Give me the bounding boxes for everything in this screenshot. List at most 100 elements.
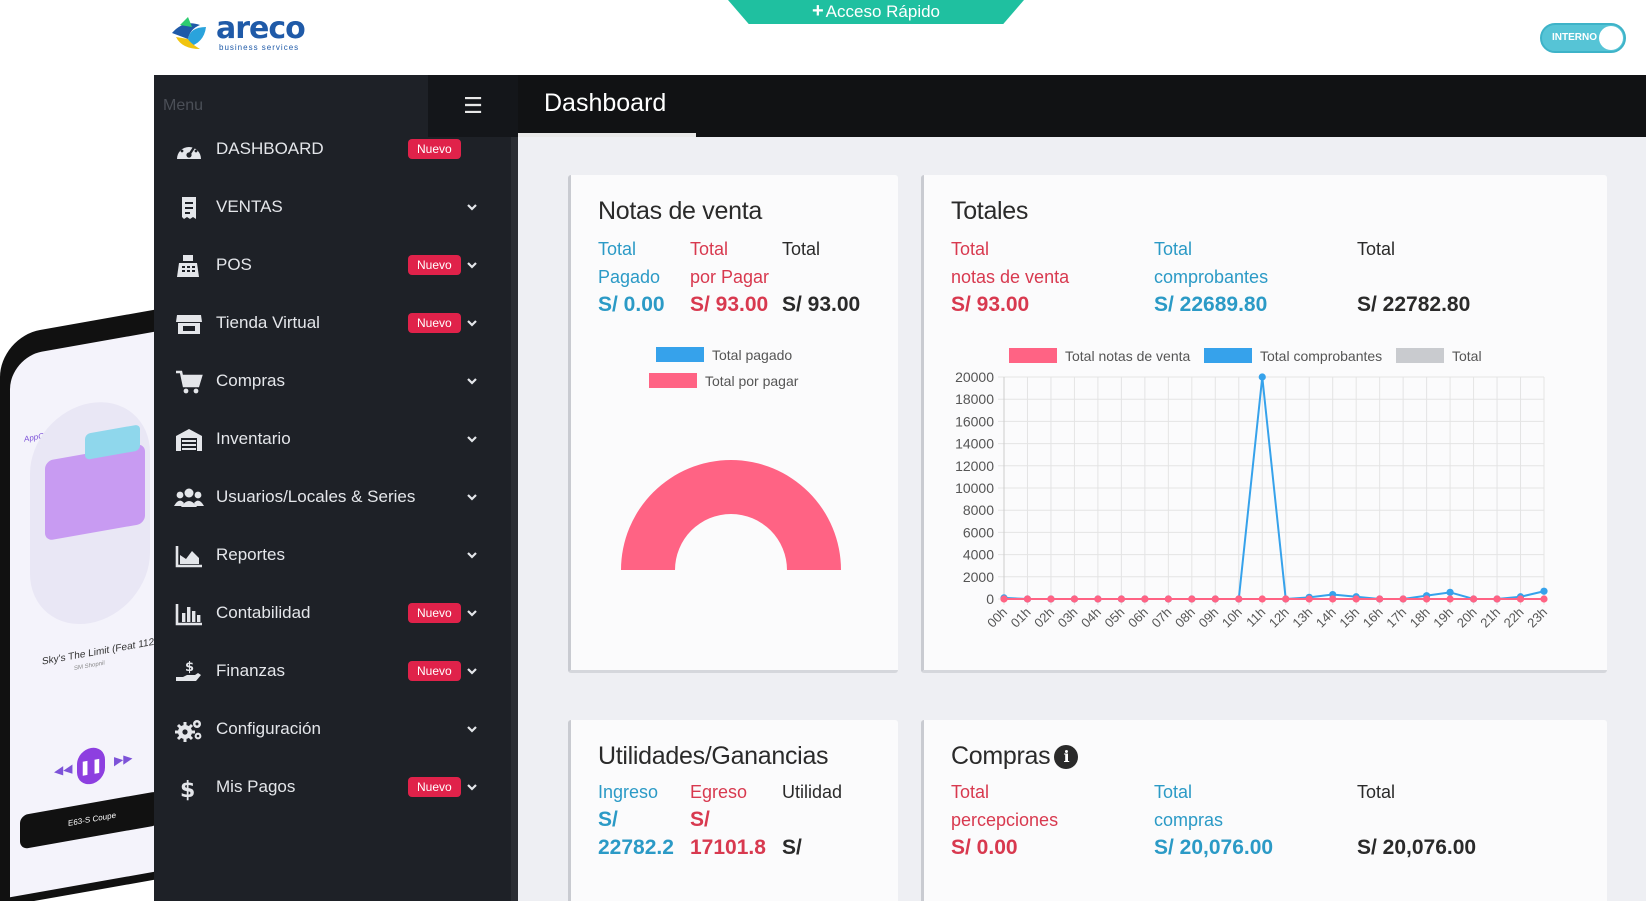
x-tick-label: 00h bbox=[984, 605, 1010, 631]
data-point[interactable] bbox=[1258, 595, 1266, 603]
data-point[interactable] bbox=[1540, 595, 1548, 603]
legend-item[interactable]: Total bbox=[1396, 348, 1482, 364]
receipt-icon bbox=[174, 195, 204, 221]
sidebar-item-tienda-virtual[interactable]: Tienda Virtual Nuevo bbox=[154, 297, 518, 355]
new-badge: Nuevo bbox=[408, 139, 461, 159]
x-tick-label: 23h bbox=[1524, 605, 1550, 631]
quick-access-button[interactable]: + Acceso Rápido bbox=[728, 0, 1024, 24]
new-badge: Nuevo bbox=[408, 603, 461, 623]
sidebar-item-inventario[interactable]: Inventario bbox=[154, 413, 518, 471]
brand-logo[interactable]: areco business services bbox=[170, 11, 310, 55]
data-point[interactable] bbox=[1070, 595, 1079, 603]
x-tick-label: 18h bbox=[1407, 605, 1433, 631]
data-point[interactable] bbox=[1423, 595, 1431, 603]
stat-value: S/ 22782.2 bbox=[598, 808, 674, 859]
data-point[interactable] bbox=[1329, 595, 1337, 603]
sidebar-nav: DASHBOARD Nuevo VENTAS POS Nuevo Tienda … bbox=[154, 139, 518, 819]
data-point[interactable] bbox=[1305, 595, 1313, 603]
rewind-icon: ◀◀ bbox=[54, 761, 73, 779]
chevron-down-icon bbox=[467, 784, 477, 791]
data-point[interactable] bbox=[1516, 595, 1525, 603]
data-point[interactable] bbox=[1117, 595, 1125, 603]
sidebar-item-mis-pagos[interactable]: $ Mis Pagos Nuevo bbox=[154, 761, 518, 819]
x-tick-label: 09h bbox=[1195, 605, 1221, 631]
data-point[interactable] bbox=[1235, 595, 1243, 603]
legend-label: Total por pagar bbox=[705, 373, 799, 389]
sidebar-item-ventas[interactable]: VENTAS bbox=[154, 181, 518, 239]
x-tick-label: 16h bbox=[1360, 605, 1386, 631]
sidebar-item-label: DASHBOARD bbox=[216, 139, 324, 158]
y-tick-label: 0 bbox=[986, 591, 994, 607]
data-point[interactable] bbox=[1188, 595, 1196, 603]
data-point[interactable] bbox=[1469, 595, 1478, 603]
legend-item[interactable]: Total pagado bbox=[656, 347, 792, 363]
data-point[interactable] bbox=[1446, 588, 1454, 596]
x-tick-label: 06h bbox=[1125, 605, 1151, 631]
cart-icon bbox=[174, 369, 204, 395]
mode-toggle[interactable]: INTERNO bbox=[1540, 23, 1626, 53]
chevron-down-icon bbox=[467, 726, 477, 733]
data-point[interactable] bbox=[1023, 595, 1032, 603]
x-tick-label: 10h bbox=[1219, 605, 1245, 631]
stat-value: S/ 20,076.00 bbox=[1154, 836, 1274, 859]
data-point[interactable] bbox=[1493, 595, 1501, 603]
doughnut-slice[interactable] bbox=[621, 460, 841, 570]
logo-mark-icon bbox=[172, 17, 206, 49]
card-title: Totales bbox=[951, 197, 1029, 225]
sidebar-item-usuarios[interactable]: Usuarios/Locales & Series bbox=[154, 471, 518, 529]
data-point[interactable] bbox=[1399, 595, 1407, 603]
stat-utilidad: Utilidad S/ bbox=[782, 778, 842, 862]
bar-chart-icon bbox=[174, 601, 204, 627]
toggle-knob bbox=[1599, 26, 1623, 50]
legend-item[interactable]: Total por pagar bbox=[649, 373, 798, 389]
stat-total-pagado: Total Pagado S/ 0.00 bbox=[598, 235, 665, 319]
stat-label: Ingreso bbox=[598, 782, 659, 802]
data-point[interactable] bbox=[1094, 595, 1102, 603]
data-point[interactable] bbox=[1047, 595, 1055, 603]
sidebar-item-label: Compras bbox=[216, 371, 285, 390]
data-point[interactable] bbox=[1282, 595, 1290, 603]
x-tick-label: 02h bbox=[1031, 605, 1057, 631]
cogs-icon bbox=[174, 717, 204, 743]
stat-total-percepciones: Total percepciones S/ 0.00 bbox=[951, 778, 1058, 862]
phone-screen: AppCo Apps Sky's The Limit (Feat 112) SM… bbox=[10, 330, 160, 898]
stat-label: Egreso bbox=[690, 782, 748, 802]
data-point[interactable] bbox=[1164, 595, 1172, 603]
data-point[interactable] bbox=[1000, 595, 1008, 603]
sidebar-item-pos[interactable]: POS Nuevo bbox=[154, 239, 518, 297]
data-point[interactable] bbox=[1540, 587, 1548, 595]
stat-value: S/ 93.00 bbox=[690, 293, 769, 316]
legend-item[interactable]: Total comprobantes bbox=[1204, 348, 1382, 364]
data-point[interactable] bbox=[1258, 373, 1266, 381]
sidebar-item-reportes[interactable]: Reportes bbox=[154, 529, 518, 587]
y-tick-label: 16000 bbox=[955, 413, 994, 429]
info-icon[interactable]: i bbox=[1054, 745, 1079, 769]
legend-label: Total bbox=[1452, 348, 1482, 364]
stat-ingreso: Ingreso S/ 22782.2 bbox=[598, 778, 674, 862]
stat-value: S/ 0.00 bbox=[598, 293, 665, 316]
sidebar-item-label: Tienda Virtual bbox=[216, 313, 320, 332]
data-point[interactable] bbox=[1446, 595, 1454, 603]
data-point[interactable] bbox=[1352, 595, 1360, 603]
data-point[interactable] bbox=[1141, 595, 1149, 603]
sidebar-item-contabilidad[interactable]: Contabilidad Nuevo bbox=[154, 587, 518, 645]
sidebar-item-finanzas[interactable]: $ Finanzas Nuevo bbox=[154, 645, 518, 703]
users-icon bbox=[174, 485, 204, 511]
card-title: Utilidades/Ganancias bbox=[598, 742, 829, 770]
stat-total: Total S/ 20,076.00 bbox=[1357, 778, 1476, 862]
sidebar-item-configuracion[interactable]: Configuración bbox=[154, 703, 518, 761]
data-point[interactable] bbox=[1376, 595, 1384, 603]
sidebar-item-dashboard[interactable]: DASHBOARD Nuevo bbox=[154, 123, 518, 181]
stat-total: Total S/ 93.00 bbox=[782, 235, 860, 319]
plus-icon: + bbox=[811, 0, 824, 22]
x-tick-label: 12h bbox=[1266, 605, 1292, 631]
chevron-down-icon bbox=[467, 262, 477, 269]
data-point[interactable] bbox=[1211, 595, 1219, 603]
y-tick-label: 8000 bbox=[963, 502, 994, 518]
sidebar-item-label: Configuración bbox=[216, 719, 321, 738]
legend-item[interactable]: Total notas de venta bbox=[1009, 348, 1190, 364]
chevron-down-icon bbox=[467, 494, 477, 501]
sidebar-item-label: Mis Pagos bbox=[216, 777, 296, 796]
sidebar-item-compras[interactable]: Compras bbox=[154, 355, 518, 413]
x-tick-label: 17h bbox=[1383, 605, 1409, 631]
